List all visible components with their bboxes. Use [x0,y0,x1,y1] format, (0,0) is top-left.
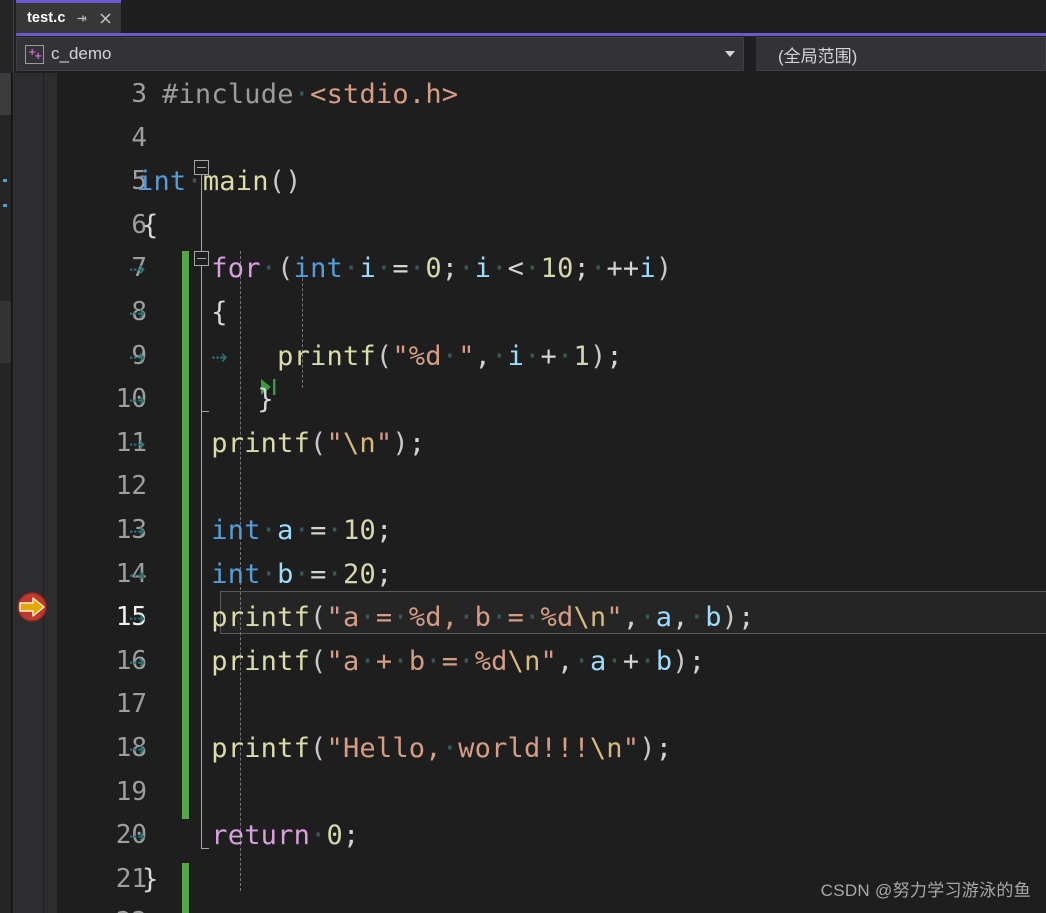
watermark-text: CSDN @努力学习游泳的鱼 [820,881,1031,900]
line-content: ⇢ ⇢ printf("%d·",·i·+·1); [129,340,623,372]
code-surface[interactable]: 3 #include·<stdio.h> 4 5 int·main() 6 { … [57,73,1046,913]
line-content: #include·<stdio.h> [162,79,459,110]
line-content: ⇢ [129,901,145,913]
line-content: ⇢ for·(int·i·=·0;·i·<·10;·++i) [129,253,673,285]
code-line[interactable]: 12 [57,465,1046,509]
line-number: 3 [131,79,147,109]
code-line[interactable]: 17 [57,683,1046,727]
project-name-label: c_demo [51,44,112,63]
tab-label: test.c [27,10,66,26]
code-line[interactable]: 16 ⇢ printf("a·+·b·=·%d\n",·a·+·b); [57,640,1046,684]
chevron-down-icon[interactable] [725,51,735,57]
cpp-project-icon: + + [25,44,44,64]
code-line-current[interactable]: 15 ⇢ printf("a·=·%d,·b·=·%d\n",·a,·b); [57,596,1046,640]
scrollbar-region [0,301,11,363]
line-content: ⇢ printf("a·+·b·=·%d\n",·a·+·b); [129,645,706,677]
project-scope-dropdown[interactable]: + + c_demo [16,37,744,71]
tab-test-c[interactable]: test.c [16,0,122,33]
code-line[interactable]: 20 ⇢ return·0; [57,814,1046,858]
code-line[interactable]: 5 int·main() [57,160,1046,204]
line-content: ⇢ return·0; [129,820,360,852]
code-editor[interactable]: 3 #include·<stdio.h> 4 5 int·main() 6 { … [0,73,1046,913]
code-line[interactable]: 7 ⇢ for·(int·i·=·0;·i·<·10;·++i) [57,247,1046,291]
line-content: int·main() [137,166,302,198]
tab-bar: test.c [0,0,1046,33]
code-line[interactable]: 22 ⇢ [57,901,1046,913]
scope-label: (全局范围) [778,46,858,66]
line-content: ⇢ } [129,384,274,416]
line-content: ⇢ int·a·=·10; [129,515,393,546]
line-number: 12 [115,471,147,502]
line-number: 5 [131,166,147,197]
line-number: 6 [131,209,147,240]
code-line[interactable]: 3 #include·<stdio.h> [57,73,1046,117]
map-mode-scrollbar[interactable] [0,73,12,913]
scrollbar-thumb[interactable] [0,73,11,115]
navbar-left-edge [0,33,14,73]
line-number: 21 [115,863,147,894]
line-content: ⇢ { [129,297,228,328]
line-content: } [142,863,159,895]
code-line[interactable]: 6 { [57,204,1046,248]
navbar-accent-line [16,33,1046,36]
code-line[interactable]: 19 [57,771,1046,815]
breakpoint-gutter[interactable] [13,73,57,913]
code-line[interactable]: 13 ⇢ int·a·=·10; [57,509,1046,553]
line-number: 4 [131,122,147,153]
tab-bar-left-edge [0,0,14,33]
line-content: ⇢ printf("\n"); [129,427,426,459]
member-scope-dropdown[interactable]: (全局范围) [756,37,1046,71]
pin-icon[interactable] [74,11,89,26]
code-line[interactable]: 18 ⇢ printf("Hello,·world!!!\n"); [57,727,1046,771]
code-line[interactable]: 14 ⇢ int·b·=·20; [57,553,1046,597]
code-line[interactable]: 8 ⇢ { [57,291,1046,335]
code-line[interactable]: 9 ⇢ ⇢ printf("%d·",·i·+·1); [57,335,1046,379]
current-statement-arrow-icon[interactable] [16,591,48,623]
navigation-bar: + + c_demo (全局范围) [0,33,1046,73]
scrollbar-marker [3,179,7,182]
code-line[interactable]: 10 ⇢ } [57,378,1046,422]
line-content: ⇢ printf("a·=·%d,·b·=·%d\n",·a,·b); [129,602,755,634]
gutter-divider [43,73,44,913]
line-content: ⇢ int·b·=·20; [129,558,393,590]
code-line[interactable]: 11 ⇢ printf("\n"); [57,422,1046,466]
line-number: 19 [115,776,147,807]
line-content: { [142,209,159,241]
line-number: 17 [115,689,147,720]
close-icon[interactable] [98,11,113,26]
scrollbar-marker [3,204,7,207]
code-line[interactable]: 4 [57,117,1046,161]
line-content: ⇢ printf("Hello,·world!!!\n"); [129,733,673,764]
